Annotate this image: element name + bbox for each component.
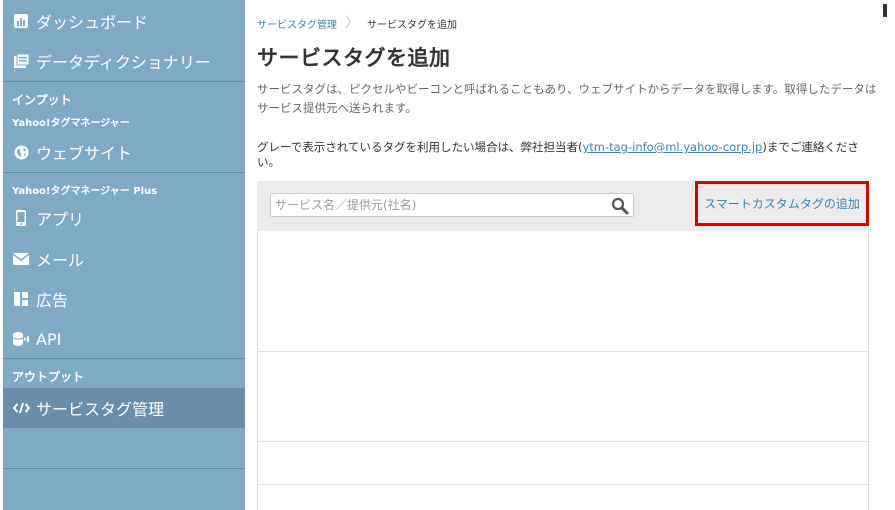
sidebar: ダッシュボード データディクショナリー インプット Yahoo!タグマネージャー… bbox=[3, 0, 245, 510]
list-row-divider bbox=[258, 441, 868, 442]
database-arrow-icon bbox=[12, 330, 30, 348]
search-box bbox=[270, 193, 634, 217]
sidebar-item-label: サービスタグ管理 bbox=[36, 400, 165, 419]
book-icon bbox=[12, 52, 30, 70]
sidebar-item-app[interactable]: アプリ bbox=[3, 198, 245, 238]
sidebar-divider bbox=[3, 468, 245, 469]
search-input[interactable] bbox=[275, 196, 605, 214]
page-description: サービスタグは、ピクセルやビーコンと呼ばれることもあり、ウェブサイトからデータを… bbox=[257, 82, 877, 115]
add-smart-custom-tag-button[interactable]: スマートカスタムタグの追加 bbox=[695, 181, 869, 226]
code-icon bbox=[12, 399, 30, 417]
mobile-icon bbox=[12, 209, 30, 227]
section-label-output: アウトプット bbox=[12, 370, 85, 384]
page-title: サービスタグを追加 bbox=[257, 46, 451, 70]
sidebar-item-label: アプリ bbox=[36, 210, 85, 229]
envelope-icon bbox=[12, 250, 30, 268]
sidebar-item-label: ウェブサイト bbox=[36, 144, 133, 163]
sidebar-item-label: API bbox=[36, 329, 62, 349]
sidebar-divider bbox=[3, 358, 245, 359]
search-toolbar: スマートカスタムタグの追加 bbox=[257, 181, 869, 231]
note-text-before: グレーで表示されているタグを利用したい場合は、弊社担当者( bbox=[257, 140, 583, 154]
contact-note: グレーで表示されているタグを利用したい場合は、弊社担当者(ytm-tag-inf… bbox=[257, 140, 869, 170]
breadcrumb: サービスタグ管理 〉 サービスタグを追加 bbox=[257, 15, 457, 31]
chevron-right-icon: 〉 bbox=[345, 15, 359, 31]
section-label-ytm-plus: Yahoo!タグマネージャー Plus bbox=[12, 186, 158, 197]
sidebar-item-label: ダッシュボード bbox=[36, 13, 149, 32]
main-content: サービスタグ管理 〉 サービスタグを追加 サービスタグを追加 サービスタグは、ピ… bbox=[257, 0, 887, 510]
list-row-divider bbox=[258, 351, 868, 352]
breadcrumb-link-service-tag[interactable]: サービスタグ管理 bbox=[257, 16, 337, 31]
layout-icon bbox=[12, 290, 30, 308]
section-label-ytm: Yahoo!タグマネージャー bbox=[12, 118, 130, 129]
breadcrumb-current: サービスタグを追加 bbox=[367, 19, 457, 31]
sidebar-item-api[interactable]: API bbox=[3, 319, 245, 359]
list-row-divider bbox=[258, 484, 868, 485]
sidebar-item-data-dictionary[interactable]: データディクショナリー bbox=[3, 41, 245, 81]
section-label-input: インプット bbox=[12, 93, 72, 107]
sidebar-item-service-tag[interactable]: サービスタグ管理 bbox=[3, 388, 245, 428]
sidebar-divider bbox=[3, 172, 245, 173]
sidebar-item-website[interactable]: ウェブサイト bbox=[3, 132, 245, 172]
sidebar-item-label: 広告 bbox=[36, 291, 69, 310]
sidebar-item-label: メール bbox=[36, 251, 85, 270]
service-tag-list bbox=[257, 231, 869, 510]
sidebar-item-mail[interactable]: メール bbox=[3, 239, 245, 279]
sidebar-item-label: データディクショナリー bbox=[36, 53, 211, 72]
sidebar-item-dashboard[interactable]: ダッシュボード bbox=[3, 1, 245, 41]
contact-email-link[interactable]: ytm-tag-info@ml.yahoo-corp.jp bbox=[582, 140, 762, 154]
search-icon[interactable] bbox=[611, 197, 629, 215]
scrollbar-handle[interactable] bbox=[883, 4, 887, 17]
bar-chart-icon bbox=[12, 12, 30, 30]
sidebar-divider bbox=[3, 81, 245, 82]
globe-icon bbox=[12, 143, 30, 161]
sidebar-item-ads[interactable]: 広告 bbox=[3, 279, 245, 319]
